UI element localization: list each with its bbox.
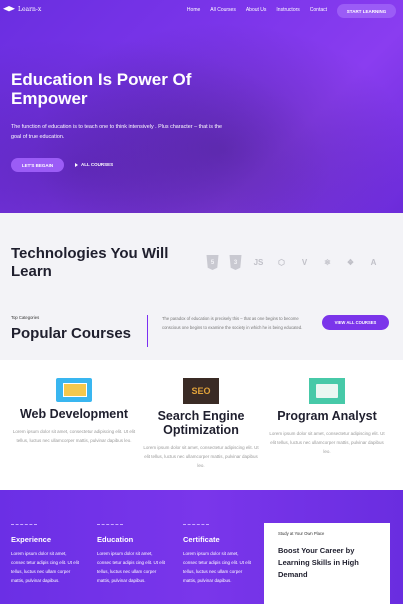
web-development-icon [56, 378, 92, 402]
categories-tag: Top Categories [11, 315, 40, 320]
feature-text: Lorem ipsum dolor sit amet, consec tetur… [97, 550, 166, 583]
course-title: Search Engine Optimization [157, 409, 245, 437]
js-icon: JS [253, 258, 264, 267]
angular-icon: A [370, 258, 377, 267]
technologies-section: Technologies You Will Learn 5 3 JS ⬡ V ⚛… [0, 213, 403, 360]
react-icon: ⚛ [323, 258, 332, 267]
hero-section: Learn-x Home All Courses About Us Instru… [0, 0, 403, 213]
feature-certificate: Certificate Lorem ipsum dolor sit amet, … [183, 524, 253, 585]
nav-link-instructors[interactable]: Instructors [276, 7, 299, 13]
feature-education: Education Lorem ipsum dolor sit amet, co… [97, 524, 167, 585]
nav-links: Home All Courses About Us Instructors Co… [187, 7, 327, 13]
python-icon: ❖ [346, 258, 355, 267]
course-text: Lorem ipsum dolor sit amet, consectetur … [269, 431, 385, 454]
dashed-divider [97, 524, 123, 526]
course-card-program-analyst[interactable]: Program Analyst Lorem ipsum dolor sit am… [268, 378, 386, 456]
nav-link-all-courses[interactable]: All Courses [210, 7, 236, 13]
course-text: Lorem ipsum dolor sit amet, consectetur … [143, 445, 259, 468]
program-analyst-icon [309, 378, 345, 404]
features-section: Experience Lorem ipsum dolor sit amet, c… [0, 490, 403, 604]
course-title: Web Development [19, 407, 129, 421]
view-all-courses-button[interactable]: VIEW ALL COURSES [322, 315, 389, 330]
feature-text: Lorem ipsum dolor sit amet, consec tetur… [183, 550, 252, 583]
hero-title: Education Is Power Of Empower [11, 70, 192, 108]
nav-link-contact[interactable]: Contact [310, 7, 327, 13]
categories-description: The paradox of education is precisely th… [162, 316, 303, 330]
vertical-divider [147, 315, 148, 347]
promo-title: Boost Your Career by Learning Skills in … [278, 546, 359, 579]
logo[interactable]: Learn-x [3, 5, 41, 14]
course-title: Program Analyst [277, 409, 377, 423]
technology-icons: 5 3 JS ⬡ V ⚛ ❖ A [205, 255, 381, 270]
nav-link-home[interactable]: Home [187, 7, 200, 13]
start-learning-button[interactable]: START LEARNING [337, 4, 396, 18]
lets-begin-button[interactable]: LET'S BEGAIN [11, 158, 64, 172]
technologies-title: Technologies You Will Learn [11, 245, 169, 280]
vue-icon: V [301, 258, 308, 267]
promo-card: Study at Your Own Place Boost Your Caree… [264, 523, 390, 604]
course-card-web-development[interactable]: Web Development Lorem ipsum dolor sit am… [10, 378, 138, 445]
feature-title: Education [97, 534, 134, 544]
feature-text: Lorem ipsum dolor sit amet, consec tetur… [11, 550, 80, 583]
graduation-cap-icon [3, 5, 15, 14]
top-navbar: Learn-x Home All Courses About Us Instru… [0, 0, 403, 22]
all-courses-label: ALL COURSES [81, 162, 114, 167]
popular-courses-title: Popular Courses [11, 325, 132, 342]
feature-experience: Experience Lorem ipsum dolor sit amet, c… [11, 524, 81, 585]
html5-icon: 5 [206, 255, 219, 270]
play-icon [75, 162, 78, 167]
course-card-seo[interactable]: SEO Search Engine Optimization Lorem ips… [141, 378, 261, 470]
all-courses-link[interactable]: ALL COURSES [75, 162, 113, 167]
promo-tag: Study at Your Own Place [278, 531, 325, 536]
course-text: Lorem ipsum dolor sit amet, consectetur … [12, 429, 136, 443]
dashed-divider [11, 524, 37, 526]
dashed-divider [183, 524, 209, 526]
feature-title: Certificate [183, 534, 220, 544]
nav-link-about-us[interactable]: About Us [246, 7, 267, 13]
node-icon: ⬡ [278, 258, 285, 267]
feature-title: Experience [11, 534, 52, 544]
hero-description: The function of education is to teach on… [11, 124, 222, 140]
brand-name: Learn-x [18, 6, 42, 13]
css3-icon: 3 [229, 255, 242, 270]
seo-icon: SEO [183, 378, 219, 404]
